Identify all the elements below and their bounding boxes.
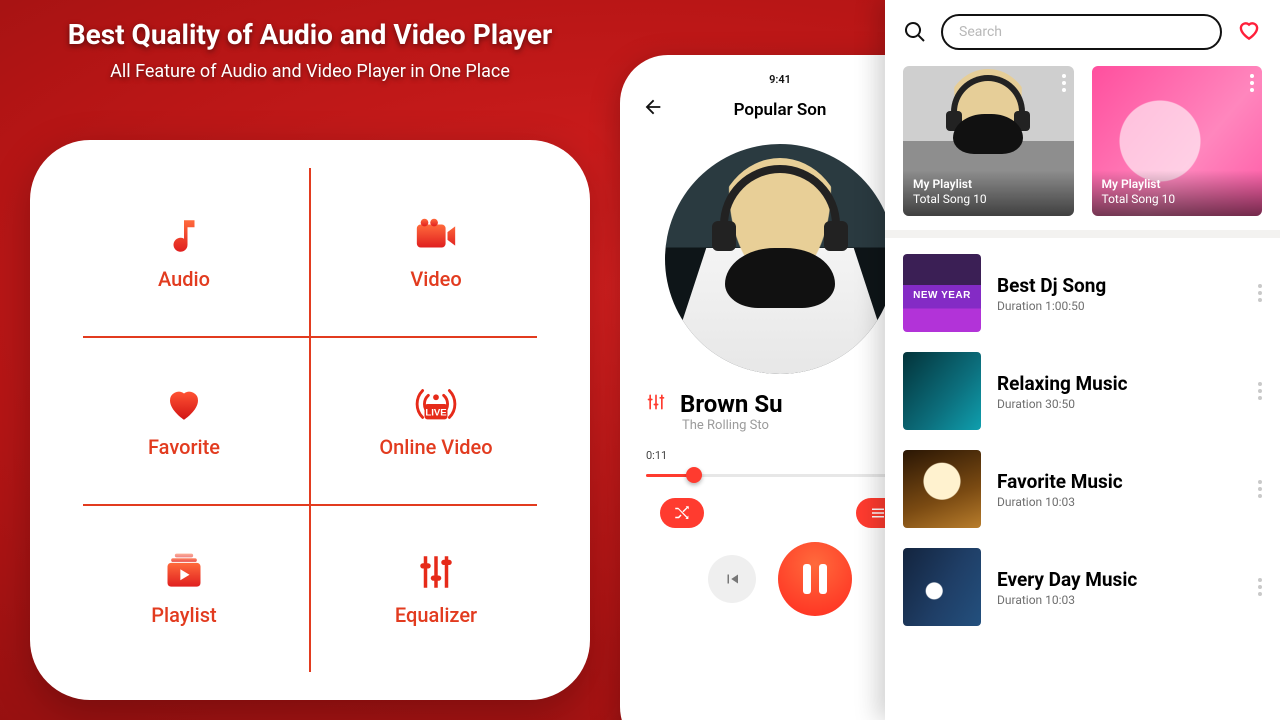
- playlist-title: My Playlist: [913, 177, 987, 193]
- equalizer-button[interactable]: [646, 392, 666, 417]
- song-list: Best Dj Song Duration 1:00:50 Relaxing M…: [885, 238, 1280, 642]
- song-item[interactable]: Every Day Music Duration 10:03: [885, 538, 1280, 636]
- equalizer-sliders-icon: [415, 549, 457, 595]
- heart-icon: [163, 381, 205, 427]
- feature-card: Audio Video Favorite LIVE Online Video: [30, 140, 590, 700]
- seek-slider[interactable]: [646, 466, 914, 484]
- feature-label: Playlist: [151, 603, 216, 627]
- feature-label: Favorite: [148, 435, 220, 459]
- song-title: Best Dj Song: [997, 274, 1242, 297]
- song-duration: Duration 30:50: [997, 397, 1242, 411]
- live-broadcast-icon: LIVE: [413, 381, 459, 427]
- song-thumbnail: [903, 548, 981, 626]
- song-thumbnail: [903, 254, 981, 332]
- arrow-left-icon: [642, 96, 664, 118]
- feature-equalizer[interactable]: Equalizer: [310, 504, 562, 672]
- playlist-icon: [162, 549, 206, 595]
- svg-text:LIVE: LIVE: [425, 408, 447, 419]
- grid-divider-horizontal: [83, 504, 537, 506]
- song-title: Every Day Music: [997, 568, 1242, 591]
- search-input[interactable]: Search: [941, 14, 1222, 50]
- grid-divider-vertical: [309, 168, 311, 672]
- song-more-button[interactable]: [1258, 480, 1262, 498]
- feature-label: Equalizer: [395, 603, 477, 627]
- time-elapsed: 0:11: [646, 449, 667, 462]
- player-nav-title: Popular Son: [734, 100, 827, 120]
- feature-playlist[interactable]: Playlist: [58, 504, 310, 672]
- song-title: Relaxing Music: [997, 372, 1242, 395]
- track-title: Brown Su: [680, 390, 783, 418]
- sliders-icon: [646, 392, 666, 412]
- skip-previous-icon: [723, 570, 741, 588]
- playlist-subtitle: Total Song 10: [913, 192, 987, 208]
- promo-subtitle: All Feature of Audio and Video Player in…: [0, 61, 620, 82]
- more-vertical-icon: [1258, 578, 1262, 596]
- grid-divider-horizontal: [83, 336, 537, 338]
- shuffle-button[interactable]: [660, 498, 704, 528]
- song-more-button[interactable]: [1258, 382, 1262, 400]
- album-art: [665, 144, 895, 374]
- feature-label: Video: [410, 267, 461, 291]
- song-thumbnail: [903, 352, 981, 430]
- back-button[interactable]: [642, 96, 664, 124]
- search-placeholder: Search: [959, 24, 1002, 40]
- feature-audio[interactable]: Audio: [58, 168, 310, 336]
- video-camera-icon: [413, 213, 459, 259]
- previous-button[interactable]: [708, 555, 756, 603]
- favorites-button[interactable]: [1236, 17, 1262, 47]
- pause-button[interactable]: [778, 542, 852, 616]
- song-more-button[interactable]: [1258, 284, 1262, 302]
- section-divider: [885, 230, 1280, 238]
- playlist-more-button[interactable]: [1062, 74, 1066, 92]
- music-note-icon: [163, 213, 205, 259]
- feature-favorite[interactable]: Favorite: [58, 336, 310, 504]
- song-item[interactable]: Relaxing Music Duration 30:50: [885, 342, 1280, 440]
- playlist-subtitle: Total Song 10: [1102, 192, 1176, 208]
- more-vertical-icon: [1062, 74, 1066, 92]
- shuffle-icon: [673, 504, 691, 522]
- library-phone: Search My Playlist Total Song 10: [885, 0, 1280, 720]
- feature-label: Audio: [158, 267, 210, 291]
- playlist-more-button[interactable]: [1250, 74, 1254, 92]
- heart-outline-icon: [1236, 17, 1262, 43]
- feature-label: Online Video: [379, 435, 492, 459]
- more-vertical-icon: [1258, 284, 1262, 302]
- playlist-card[interactable]: My Playlist Total Song 10: [1092, 66, 1263, 216]
- song-title: Favorite Music: [997, 470, 1242, 493]
- feature-video[interactable]: Video: [310, 168, 562, 336]
- more-vertical-icon: [1258, 480, 1262, 498]
- promo-title: Best Quality of Audio and Video Player: [0, 18, 620, 51]
- more-vertical-icon: [1258, 382, 1262, 400]
- playlist-card[interactable]: My Playlist Total Song 10: [903, 66, 1074, 216]
- feature-online-video[interactable]: LIVE Online Video: [310, 336, 562, 504]
- song-item[interactable]: Favorite Music Duration 10:03: [885, 440, 1280, 538]
- song-more-button[interactable]: [1258, 578, 1262, 596]
- search-icon: [903, 20, 927, 44]
- song-duration: Duration 10:03: [997, 593, 1242, 607]
- more-vertical-icon: [1250, 74, 1254, 92]
- song-item[interactable]: Best Dj Song Duration 1:00:50: [885, 244, 1280, 342]
- song-thumbnail: [903, 450, 981, 528]
- playlist-title: My Playlist: [1102, 177, 1176, 193]
- pause-icon: [803, 564, 827, 594]
- song-duration: Duration 1:00:50: [997, 299, 1242, 313]
- song-duration: Duration 10:03: [997, 495, 1242, 509]
